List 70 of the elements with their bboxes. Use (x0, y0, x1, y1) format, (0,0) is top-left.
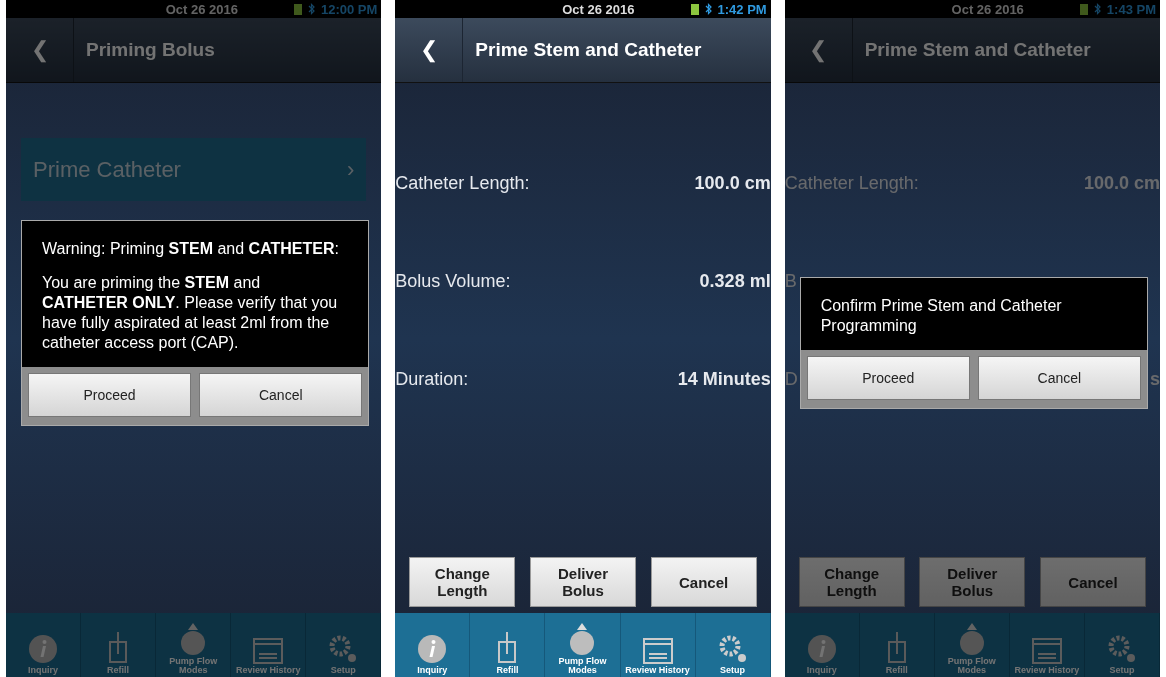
battery-icon (293, 3, 302, 15)
battery-icon (1079, 3, 1088, 15)
field-label: Bolus Volume: (395, 271, 511, 292)
nav-item[interactable]: Setup (1084, 613, 1160, 677)
info-icon (417, 634, 448, 664)
action-button[interactable]: Change Length (798, 557, 905, 607)
field-label: Catheter Length: (395, 173, 530, 194)
syringe-vial-icon (886, 632, 907, 664)
battery-icon (690, 3, 699, 15)
nav-item[interactable]: Review History (620, 613, 696, 677)
nav-item[interactable]: Pump Flow Modes (545, 613, 621, 677)
dialog-button[interactable]: Cancel (199, 373, 363, 417)
nav-item[interactable]: Inquiry (6, 613, 82, 677)
bluetooth-icon (1093, 3, 1101, 15)
history-icon (1031, 638, 1062, 664)
nav-item[interactable]: Refill (470, 613, 546, 677)
nav-item[interactable]: Inquiry (784, 613, 860, 677)
nav-item[interactable]: Refill (859, 613, 935, 677)
dialog-title: Confirm Prime Stem and Catheter Programming (820, 296, 1063, 336)
syringe-vial-icon (108, 632, 129, 664)
action-button[interactable]: Cancel (650, 557, 757, 607)
field-label: B (784, 271, 797, 292)
action-button[interactable]: Deliver Bolus (919, 557, 1026, 607)
dialog-button[interactable]: Proceed (28, 373, 192, 417)
field-value: s (1149, 369, 1160, 390)
nav-item[interactable]: Pump Flow Modes (934, 613, 1010, 677)
status-date: Oct 26 2016 (165, 1, 238, 17)
bluetooth-icon (704, 3, 712, 15)
pump-icon (958, 623, 985, 655)
action-button[interactable]: Cancel (1039, 557, 1146, 607)
field-value: 0.328 ml (699, 271, 771, 292)
nav-item[interactable]: Setup (306, 613, 382, 677)
status-date: Oct 26 2016 (562, 1, 635, 17)
pump-icon (569, 623, 596, 655)
nav-item[interactable]: Refill (81, 613, 157, 677)
nav-item[interactable]: Pump Flow Modes (156, 613, 232, 677)
status-time: 12:00 PM (320, 1, 378, 17)
screen-title: Priming Bolus (85, 39, 215, 61)
nav-item[interactable]: Inquiry (395, 613, 471, 677)
dialog-title: Warning: Priming STEM and CATHETER: (42, 239, 340, 259)
menu-item[interactable]: Prime Catheter › (21, 138, 367, 201)
dialog-button[interactable]: Cancel (977, 356, 1141, 400)
history-icon (253, 638, 284, 664)
action-button[interactable]: Change Length (409, 557, 516, 607)
info-icon (806, 634, 837, 664)
status-date: Oct 26 2016 (951, 1, 1024, 17)
history-icon (642, 638, 673, 664)
field-label: D (784, 369, 798, 390)
bluetooth-icon (307, 3, 315, 15)
back-button[interactable]: ❮ (784, 18, 853, 82)
nav-item[interactable]: Setup (695, 613, 771, 677)
status-time: 1:43 PM (1106, 1, 1156, 17)
field-label: Duration: (395, 369, 469, 390)
back-button[interactable]: ❮ (395, 18, 464, 82)
field-value: 100.0 cm (1083, 173, 1160, 194)
pump-icon (180, 623, 207, 655)
dialog-button[interactable]: Proceed (806, 356, 970, 400)
field-value: 100.0 cm (694, 173, 771, 194)
info-icon (28, 634, 59, 664)
syringe-vial-icon (497, 632, 518, 664)
field-label: Catheter Length: (784, 173, 919, 194)
screen-title: Prime Stem and Catheter (474, 39, 702, 61)
nav-item[interactable]: Review History (231, 613, 307, 677)
dialog-message: You are priming the STEM and CATHETER ONLY. Please verify that you have fully aspirated at least 2ml from the catheter access port (CAP). (42, 273, 339, 353)
back-button[interactable]: ❮ (6, 18, 74, 82)
action-button[interactable]: Deliver Bolus (530, 557, 636, 607)
nav-item[interactable]: Review History (1009, 613, 1085, 677)
field-value: 14 Minutes (677, 369, 771, 390)
status-time: 1:42 PM (717, 1, 767, 17)
screen-title: Prime Stem and Catheter (863, 39, 1091, 61)
